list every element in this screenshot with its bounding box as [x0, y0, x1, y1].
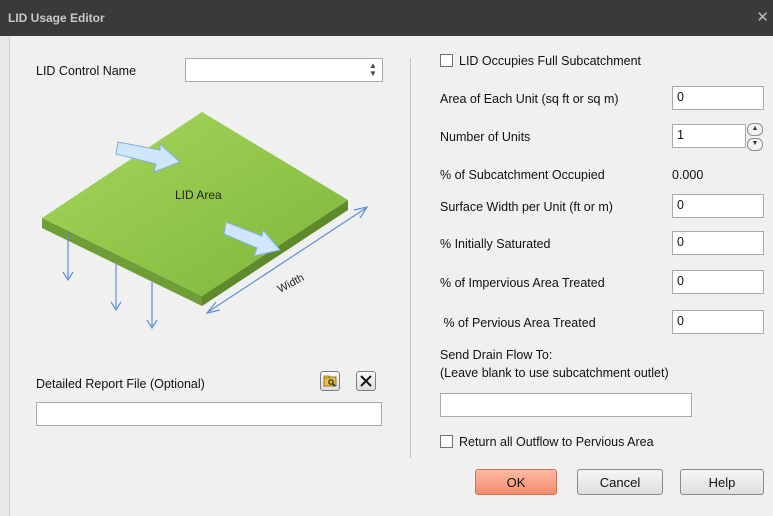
pervious-value: 0	[677, 314, 684, 328]
panel-divider	[410, 58, 411, 458]
help-button[interactable]: Help	[680, 469, 764, 495]
pervious-input[interactable]: 0	[672, 310, 764, 334]
full-subcatchment-checkbox[interactable]	[440, 54, 453, 67]
surface-width-label: Surface Width per Unit (ft or m)	[440, 200, 613, 214]
area-label: Area of Each Unit (sq ft or sq m)	[440, 92, 619, 106]
impervious-input[interactable]: 0	[672, 270, 764, 294]
lid-area-label: LID Area	[175, 188, 222, 202]
width-arrow-start	[205, 301, 221, 314]
impervious-label: % of Impervious Area Treated	[440, 276, 605, 290]
units-value: 1	[677, 128, 684, 142]
pct-occupied-label: % of Subcatchment Occupied	[440, 168, 605, 182]
drain-outlet-input[interactable]	[440, 393, 692, 417]
clear-report-button[interactable]	[356, 371, 376, 391]
area-input[interactable]: 0	[672, 86, 764, 110]
init-saturated-value: 0	[677, 235, 684, 249]
background-strip	[0, 36, 9, 516]
title-bar: LID Usage Editor ✕	[0, 0, 773, 36]
report-file-label: Detailed Report File (Optional)	[36, 377, 205, 391]
drain-label-line2: (Leave blank to use subcatchment outlet)	[440, 366, 669, 380]
full-subcatchment-label: LID Occupies Full Subcatchment	[459, 54, 642, 68]
pct-occupied-value: 0.000	[672, 168, 704, 182]
return-outflow-label: Return all Outflow to Pervious Area	[459, 435, 654, 449]
init-saturated-input[interactable]: 0	[672, 231, 764, 255]
browse-button[interactable]	[320, 371, 340, 391]
units-label: Number of Units	[440, 130, 531, 144]
units-input[interactable]: 1	[672, 124, 746, 148]
units-stepper[interactable]: ▲ ▼	[747, 123, 763, 151]
surface-width-value: 0	[677, 198, 684, 212]
combo-updown-icon[interactable]: ▲ ▼	[367, 62, 379, 78]
init-saturated-label: % Initially Saturated	[440, 237, 551, 251]
surface-width-input[interactable]: 0	[672, 194, 764, 218]
width-label: Width	[276, 272, 306, 296]
area-value: 0	[677, 90, 684, 104]
report-file-input[interactable]	[36, 402, 382, 426]
folder-browse-icon	[323, 375, 337, 387]
lid-area-surface	[42, 112, 348, 296]
ok-button[interactable]: OK	[475, 469, 557, 495]
return-outflow-checkbox[interactable]	[440, 435, 453, 448]
window-close-icon[interactable]: ✕	[756, 8, 769, 26]
stepper-down-icon[interactable]: ▼	[747, 138, 763, 151]
control-name-label: LID Control Name	[36, 64, 137, 78]
drain-label-line1: Send Drain Flow To:	[440, 348, 553, 362]
stepper-up-icon[interactable]: ▲	[747, 123, 763, 136]
impervious-value: 0	[677, 274, 684, 288]
window-title: LID Usage Editor	[8, 11, 105, 25]
cancel-button[interactable]: Cancel	[577, 469, 663, 495]
pervious-label: % of Pervious Area Treated	[440, 316, 596, 330]
lid-diagram: LID Area Width	[42, 112, 369, 330]
control-name-combo[interactable]: ▲ ▼	[185, 58, 383, 82]
close-icon	[360, 375, 372, 387]
